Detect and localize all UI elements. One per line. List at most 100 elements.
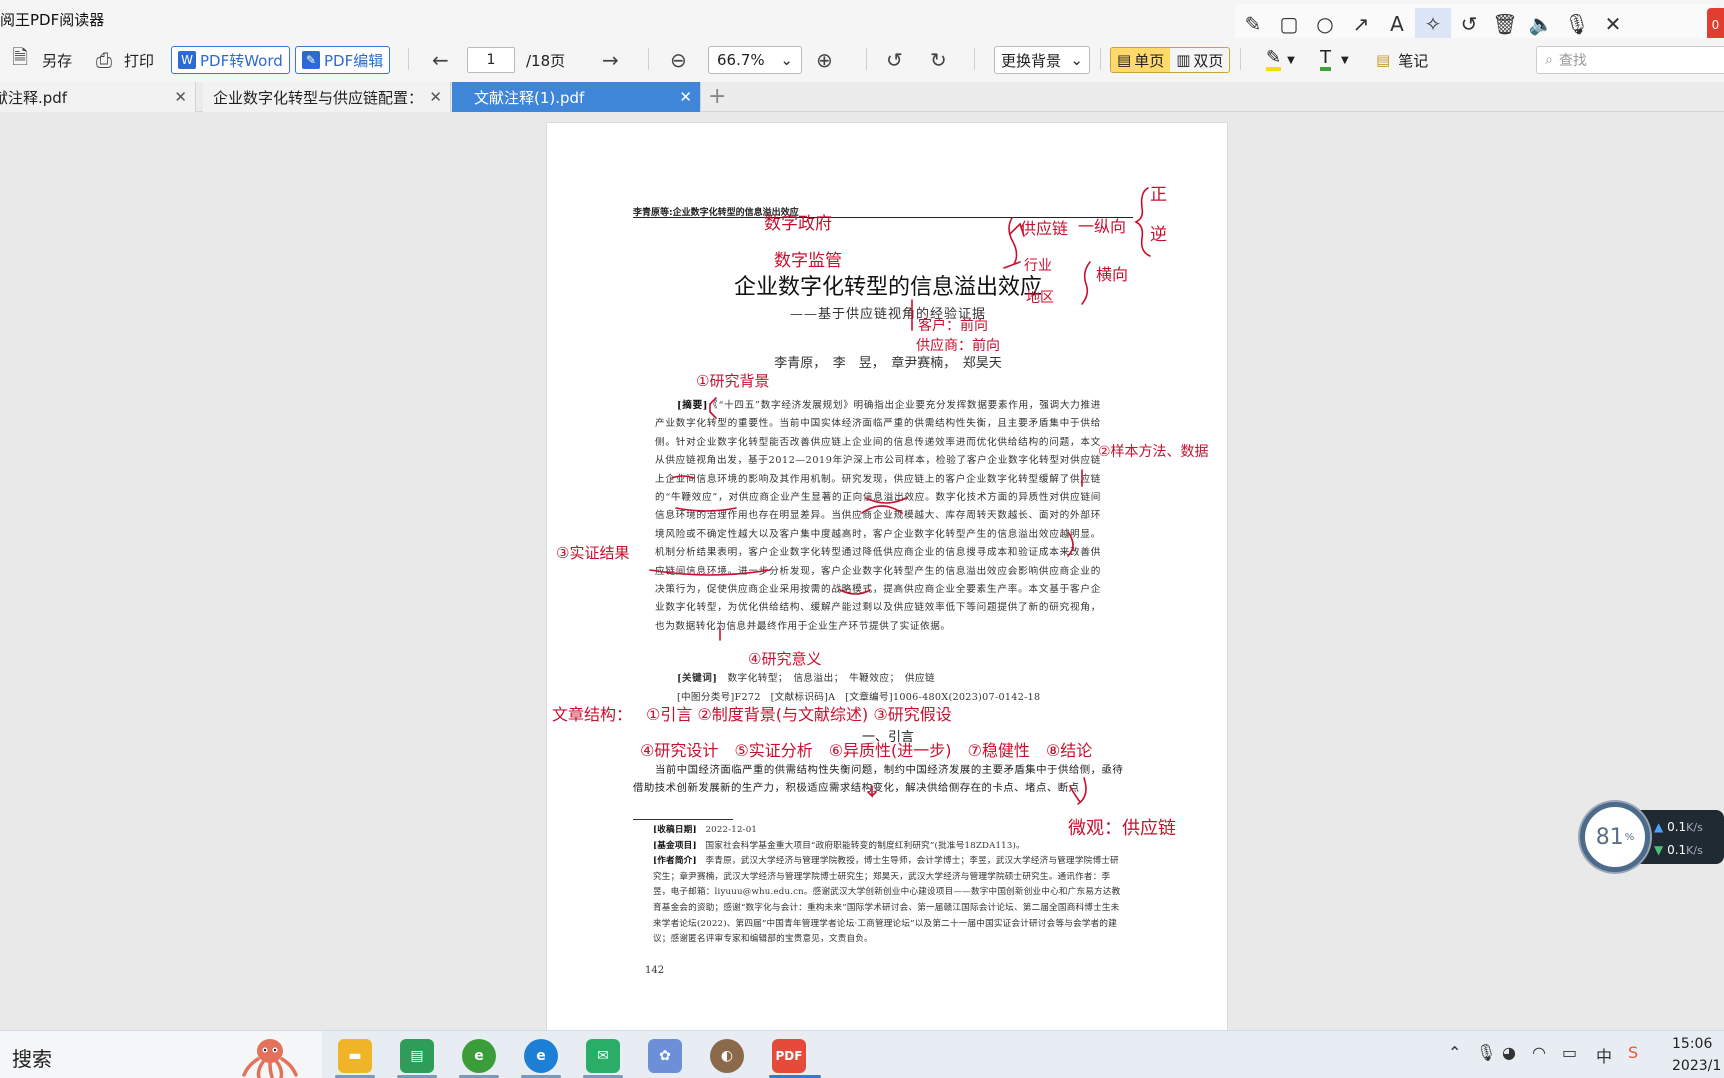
footnote-text: 2022-12-01	[705, 825, 758, 835]
upload-icon: ▲	[1654, 820, 1664, 834]
app-store-icon[interactable]: ✿	[648, 1039, 682, 1073]
download-icon: ▼	[1654, 843, 1664, 857]
arrow-right-icon: →	[602, 48, 619, 72]
close-icon[interactable]: ✕	[1595, 8, 1631, 40]
text-icon[interactable]: A	[1379, 8, 1415, 40]
rectangle-icon[interactable]: ▢	[1271, 8, 1307, 40]
sogou-icon[interactable]: S	[1628, 1043, 1638, 1062]
prev-page-button[interactable]: ←	[432, 45, 449, 75]
notes-app-icon[interactable]: ▤	[400, 1039, 434, 1073]
separator	[974, 48, 975, 70]
draw-badge[interactable]: 0	[1707, 8, 1724, 42]
rotate-right-button[interactable]: ↻	[930, 45, 947, 75]
separator	[408, 48, 409, 70]
footnote-fund: [基金项目] 国家社会科学基金重大项目“政府职能转变的制度红利研究”(批准号18…	[653, 839, 1123, 855]
rotate-left-button[interactable]: ↺	[886, 45, 903, 75]
print-label: 打印	[124, 51, 155, 70]
view-mode-toggle: ▤ 单页 ▥ 双页	[1110, 45, 1231, 75]
close-tab-icon[interactable]: ✕	[429, 88, 442, 106]
close-tab-icon[interactable]: ✕	[679, 88, 692, 106]
search-placeholder: 查找	[1558, 53, 1587, 69]
circle-icon[interactable]: ○	[1307, 8, 1343, 40]
printer-icon: ⎙	[96, 48, 112, 72]
text-color-button[interactable]: T ▼	[1320, 45, 1349, 75]
tab-document[interactable]: 文献注释.pdf ✕	[0, 82, 196, 112]
separator	[1100, 48, 1101, 70]
tab-document[interactable]: 企业数字化转型与供应链配置： ✕	[203, 82, 451, 112]
clock-date: 2023/1	[1672, 1058, 1722, 1074]
keywords-text: 数字化转型； 信息溢出； 牛鞭效应； 供应链	[727, 673, 936, 684]
tab-label: 文献注释(1).pdf	[474, 88, 585, 107]
system-clock[interactable]: 15:06 2023/1	[1672, 1033, 1721, 1077]
save-as-button[interactable]: 🗎 另存	[12, 45, 72, 75]
keywords: [关键词] 数字化转型； 信息溢出； 牛鞭效应； 供应链	[677, 670, 935, 684]
magic-wand-icon[interactable]: ✧	[1415, 8, 1451, 40]
memory-usage-ring: 81%	[1580, 802, 1650, 872]
arrow-icon[interactable]: ↗	[1343, 8, 1379, 40]
background-select[interactable]: 更换背景 ⌄	[994, 45, 1090, 75]
double-page-button[interactable]: ▥ 双页	[1170, 48, 1229, 72]
page-current[interactable]: 1	[467, 47, 515, 73]
title-bar: 阅王PDF阅读器 ✎ ▢ ○ ↗ A ✧ ↺ 🗑 🔈 🎙 ✕ 0	[0, 0, 1724, 44]
single-page-button[interactable]: ▤ 单页	[1111, 48, 1171, 72]
word-icon: W	[178, 51, 196, 69]
ie-browser-icon[interactable]: e	[462, 1039, 496, 1073]
footnote-label: [基金项目]	[653, 840, 697, 851]
save-icon: 🗎	[12, 45, 29, 69]
ime-indicator[interactable]: 中	[1596, 1043, 1612, 1067]
footnote-rule	[633, 819, 733, 820]
file-explorer-icon[interactable]: ▬	[338, 1039, 372, 1073]
microphone-icon[interactable]: 🎙	[1559, 8, 1595, 40]
rate-unit: K/s	[1686, 844, 1703, 857]
edge-browser-icon[interactable]: e	[524, 1039, 558, 1073]
download-speed: 0.1	[1667, 843, 1687, 857]
separator	[866, 48, 867, 70]
tab-document-active[interactable]: 文献注释(1).pdf ✕	[452, 82, 701, 112]
network-speed-widget[interactable]: ▲ 0.1K/s ▼ 0.1K/s 81%	[1580, 802, 1724, 872]
notes-button[interactable]: ▤ 笔记	[1376, 45, 1428, 75]
pdf-to-word-button[interactable]: W PDF转Word	[171, 45, 290, 75]
search-field[interactable]: ⌕ 查找	[1536, 45, 1724, 75]
footnote-received: [收稿日期] 2022-12-01	[653, 823, 1123, 839]
wifi-icon[interactable]: ◠	[1532, 1043, 1546, 1062]
background-label: 更换背景	[1001, 51, 1062, 70]
separator	[648, 48, 649, 70]
close-tab-icon[interactable]: ✕	[174, 88, 187, 106]
pdf-page: 李青原等:企业数字化转型的信息溢出效应 企业数字化转型的信息溢出效应 ——基于供…	[546, 122, 1228, 1032]
wechat-icon[interactable]: ✉	[586, 1039, 620, 1073]
chevron-up-icon[interactable]: ⌃	[1448, 1043, 1461, 1062]
keywords-label: [关键词]	[677, 673, 718, 684]
footnotes: [收稿日期] 2022-12-01 [基金项目] 国家社会科学基金重大项目“政府…	[653, 823, 1123, 948]
tab-bar: 文献注释.pdf ✕ 企业数字化转型与供应链配置： ✕ 文献注释(1).pdf …	[0, 82, 1724, 112]
photo-app-icon[interactable]: ◐	[710, 1039, 744, 1073]
pencil-icon[interactable]: ✎	[1235, 8, 1271, 40]
taskbar-search[interactable]: 搜索	[0, 1031, 322, 1078]
zoom-select[interactable]: 66.7% ⌄	[708, 45, 802, 75]
arrow-left-icon: ←	[432, 48, 449, 72]
battery-icon[interactable]: ▭	[1562, 1043, 1577, 1062]
footnote-authors: [作者简介] 李青原，武汉大学经济与管理学院教授，博士生导师，会计学博士；李昱，…	[653, 854, 1123, 948]
page-number-field[interactable]: 1	[467, 45, 515, 75]
delete-icon[interactable]: 🗑	[1487, 8, 1523, 40]
next-page-button[interactable]: →	[602, 45, 619, 75]
print-button[interactable]: ⎙ 打印	[96, 45, 154, 75]
page-total: /18页	[526, 51, 566, 70]
speaker-icon[interactable]: 🔈	[1523, 8, 1559, 40]
undo-icon[interactable]: ↺	[1451, 8, 1487, 40]
taskbar-search-label: 搜索	[12, 1047, 52, 1071]
octopus-mascot-icon	[242, 1039, 298, 1078]
add-tab-icon[interactable]: +	[708, 84, 726, 109]
tab-label: 企业数字化转型与供应链配置：	[213, 88, 417, 107]
pdf-edit-button[interactable]: ✎ PDF编辑	[295, 45, 391, 75]
pdf-reader-icon[interactable]: PDF	[772, 1039, 806, 1073]
zoom-in-button[interactable]: ⊕	[816, 45, 833, 75]
qq-icon[interactable]: ◕	[1502, 1043, 1516, 1062]
text-color-icon: T	[1320, 49, 1331, 71]
abstract-text: 《“十四五”数字经济发展规划》明确指出企业要充分发挥数据要素作用，强调大力推进产…	[655, 400, 1101, 632]
microphone-icon[interactable]: 🎙	[1476, 1043, 1496, 1062]
highlight-color-button[interactable]: ✎ ▼	[1266, 45, 1295, 75]
document-subtitle: ——基于供应链视角的经验证据	[789, 307, 986, 322]
separator	[1240, 48, 1241, 70]
zoom-out-button[interactable]: ⊖	[670, 45, 687, 75]
pdf-app-label: PDF	[775, 1049, 803, 1063]
